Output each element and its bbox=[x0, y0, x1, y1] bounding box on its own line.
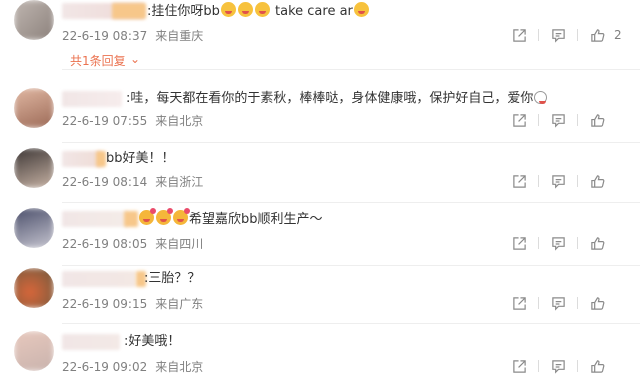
avatar[interactable] bbox=[14, 88, 54, 128]
comment-source: 来自北京 bbox=[155, 114, 204, 128]
comment-source: 来自广东 bbox=[155, 297, 204, 311]
comment-item: :哇，每天都在看你的于素秋，棒棒哒，身体健康哦，保护好自己，爱你 22-6-19… bbox=[0, 88, 640, 148]
emoji-icon bbox=[156, 208, 173, 225]
comment-source: 来自四川 bbox=[155, 237, 204, 251]
comment-time: 22-6-19 09:02 bbox=[62, 360, 148, 374]
comment-icon[interactable] bbox=[543, 171, 573, 191]
comment-icon[interactable] bbox=[543, 356, 573, 376]
comment-source: 来自重庆 bbox=[155, 29, 204, 43]
avatar[interactable] bbox=[14, 0, 54, 40]
like-icon[interactable] bbox=[582, 293, 612, 313]
like-icon[interactable] bbox=[582, 25, 612, 45]
emoji-icon bbox=[534, 91, 548, 104]
comment-text: :好美哦！ bbox=[124, 334, 181, 349]
comment-source: 来自浙江 bbox=[155, 175, 204, 189]
like-count: 2 bbox=[614, 28, 622, 42]
comment-time: 22-6-19 09:15 bbox=[62, 297, 148, 311]
share-icon[interactable] bbox=[504, 356, 534, 376]
like-icon[interactable] bbox=[582, 171, 612, 191]
comment-source: 来自北京 bbox=[155, 360, 204, 374]
comment-item: bb好美！！ 22-6-19 08:14 来自浙江 bbox=[0, 148, 640, 208]
comment-icon[interactable] bbox=[543, 25, 573, 45]
emoji-icon bbox=[237, 2, 253, 17]
comment-time: 22-6-19 08:37 bbox=[62, 29, 148, 43]
share-icon[interactable] bbox=[504, 110, 534, 130]
share-icon[interactable] bbox=[504, 293, 534, 313]
comment-text: :挂住你呀bb bbox=[147, 4, 220, 19]
comment-text: bb好美！！ bbox=[106, 151, 175, 166]
comment-time: 22-6-19 07:55 bbox=[62, 114, 148, 128]
username[interactable] bbox=[62, 271, 136, 287]
like-icon[interactable] bbox=[582, 110, 612, 130]
username[interactable] bbox=[62, 211, 128, 227]
comment-text: 希望嘉欣bb顺利生产～ bbox=[189, 212, 323, 227]
comment-text: :哇，每天都在看你的于素秋，棒棒哒，身体健康哦，保护好自己，爱你 bbox=[126, 91, 534, 106]
avatar[interactable] bbox=[14, 148, 54, 188]
emoji-icon bbox=[139, 208, 156, 225]
comment-text-tail: take care ar bbox=[270, 4, 353, 19]
avatar[interactable] bbox=[14, 208, 54, 248]
comment-time: 22-6-19 08:14 bbox=[62, 175, 148, 189]
avatar[interactable] bbox=[14, 331, 54, 371]
like-icon[interactable] bbox=[582, 233, 612, 253]
emoji-icon bbox=[254, 2, 270, 17]
comment-item: :挂住你呀bb take care ar 22-6-19 08:37 来自重庆 2… bbox=[0, 0, 640, 70]
comment-text: :三胎？？ bbox=[144, 271, 201, 286]
share-icon[interactable] bbox=[504, 233, 534, 253]
avatar[interactable] bbox=[14, 268, 54, 308]
username[interactable] bbox=[62, 91, 122, 107]
username[interactable] bbox=[62, 334, 120, 350]
emoji-icon bbox=[353, 2, 369, 17]
username-badge bbox=[96, 151, 106, 167]
reply-count-link[interactable]: 共1条回复 bbox=[70, 52, 126, 69]
share-icon[interactable] bbox=[504, 171, 534, 191]
comment-item: :三胎？？ 22-6-19 09:15 来自广东 bbox=[0, 268, 640, 328]
comment-item: :好美哦！ 22-6-19 09:02 来自北京 bbox=[0, 331, 640, 386]
chevron-down-icon[interactable]: ⌄ bbox=[130, 52, 140, 66]
emoji-icon bbox=[220, 2, 236, 17]
comment-item: 希望嘉欣bb顺利生产～ 22-6-19 08:05 来自四川 bbox=[0, 208, 640, 268]
username-badge bbox=[112, 3, 146, 19]
like-icon[interactable] bbox=[582, 356, 612, 376]
comment-icon[interactable] bbox=[543, 293, 573, 313]
comment-icon[interactable] bbox=[543, 233, 573, 253]
comment-icon[interactable] bbox=[543, 110, 573, 130]
share-icon[interactable] bbox=[504, 25, 534, 45]
username-badge bbox=[124, 211, 138, 227]
comment-time: 22-6-19 08:05 bbox=[62, 237, 148, 251]
emoji-icon bbox=[173, 208, 190, 225]
